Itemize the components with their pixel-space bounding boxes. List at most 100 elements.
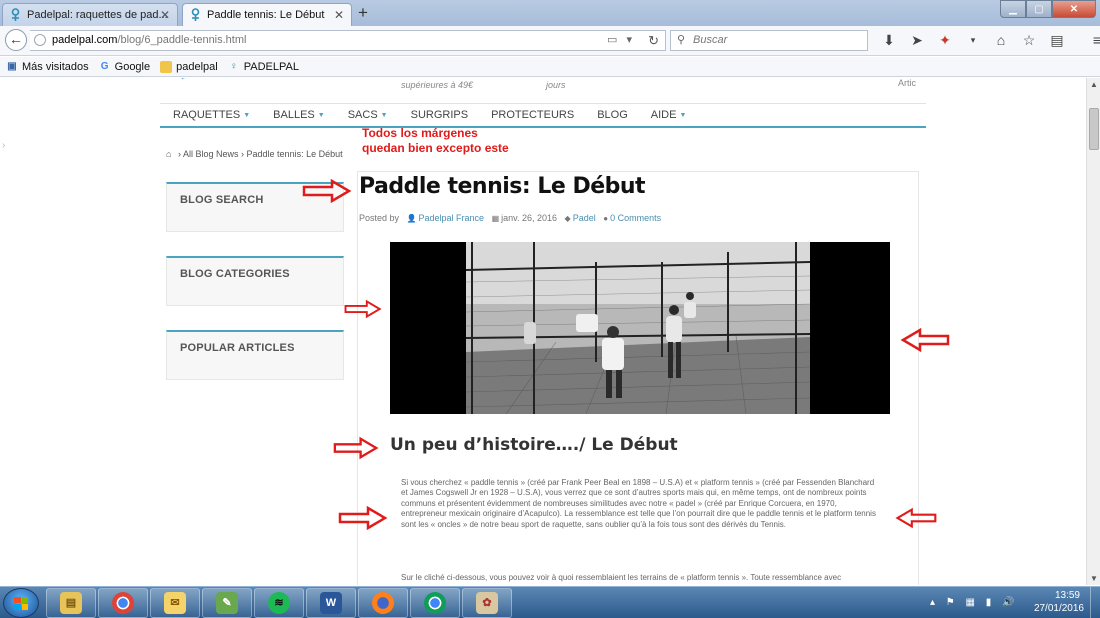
taskbar-chrome[interactable] <box>98 588 148 618</box>
post-author-link[interactable]: Padelpal France <box>419 213 485 223</box>
home-icon[interactable]: ⌂ <box>992 31 1010 49</box>
download-icon[interactable]: ⬇ <box>880 31 898 49</box>
taskbar-chrome-2[interactable] <box>410 588 460 618</box>
promo-free-shipping: supérieures à 49€ <box>401 80 474 90</box>
breadcrumb-all-blog-news[interactable]: All Blog News <box>183 149 239 159</box>
annotation-arrow-left-icon <box>900 328 950 352</box>
reload-icon[interactable]: ↻ <box>648 31 659 50</box>
clock-time[interactable]: 13:59 <box>1055 590 1080 601</box>
post-paragraph: Si vous cherchez « paddle tennis » (créé… <box>401 478 876 529</box>
post-photo <box>466 242 810 414</box>
dropdown-icon[interactable]: ▾ <box>964 31 982 49</box>
taskbar-word[interactable]: W <box>306 588 356 618</box>
close-window-button[interactable]: ✕ <box>1052 0 1096 18</box>
clock-date[interactable]: 27/01/2016 <box>1034 603 1084 614</box>
nav-item-balles[interactable]: BALLES ▼ <box>260 106 335 126</box>
scroll-up-icon[interactable]: ▲ <box>1090 80 1098 89</box>
bookmark-padelpal[interactable]: ♀ PADELPAL <box>228 61 299 73</box>
nav-item-sacs[interactable]: SACS ▼ <box>335 106 398 126</box>
close-tab-icon[interactable]: ✕ <box>160 4 170 26</box>
browser-toolbar: ⬇ ➤ ✦ ▾ ⌂ ☆ ▤ ≡ <box>880 31 1100 49</box>
minimize-button[interactable]: ▁ <box>1000 0 1026 18</box>
taskbar-paint-palette[interactable]: ✿ <box>462 588 512 618</box>
chrome-icon <box>112 592 134 614</box>
browser-tab-padelpal-home[interactable]: Padelpal: raquettes de pad... ✕ <box>2 3 178 26</box>
annotation-arrow-right-icon <box>344 299 382 319</box>
bookmark-google[interactable]: G Google <box>99 61 150 73</box>
new-tab-button[interactable]: + <box>358 3 368 23</box>
search-placeholder: Buscar <box>693 34 728 46</box>
bookmarks-toolbar: ▣ Más visitados G Google padelpal ♀ PADE… <box>0 57 1100 77</box>
promo-days: jours <box>546 80 566 90</box>
extension-icon[interactable]: ✦ <box>936 31 954 49</box>
caret-down-icon: ▼ <box>243 111 251 119</box>
tab-title: Padelpal: raquettes de pad... <box>27 9 168 21</box>
search-input[interactable]: ⚲ Buscar <box>670 30 868 51</box>
comment-icon: ● <box>603 214 609 223</box>
nav-item-raquettes[interactable]: RAQUETTES ▼ <box>160 106 260 126</box>
taskbar-paint[interactable]: ✎ <box>202 588 252 618</box>
taskbar-mail[interactable]: ✉ <box>150 588 200 618</box>
reader-view-icon[interactable]: ▭ ▾ <box>607 31 635 50</box>
caret-down-icon: ▼ <box>679 111 687 119</box>
taskbar-firefox[interactable] <box>358 588 408 618</box>
reading-list-icon[interactable]: ▤ <box>1048 31 1066 49</box>
browser-navigation-bar: ← padelpal.com/blog/6_paddle-tennis.html… <box>0 26 1100 56</box>
bookmark-most-visited[interactable]: ▣ Más visitados <box>6 60 88 73</box>
taskbar-explorer[interactable]: ▤ <box>46 588 96 618</box>
caret-down-icon: ▼ <box>317 111 325 119</box>
paint-icon: ✎ <box>216 592 238 614</box>
tray-icons[interactable]: ▴ ⚑ ▦ ▮ 🔊 <box>930 597 1019 608</box>
search-icon: ⚲ <box>677 34 686 46</box>
nav-item-aide[interactable]: AIDE ▼ <box>638 106 697 126</box>
mail-icon: ✉ <box>164 592 186 614</box>
post-category-link[interactable]: Padel <box>573 213 596 223</box>
url-path: /blog/6_paddle-tennis.html <box>117 34 247 46</box>
annotation-arrow-left-icon <box>895 507 937 529</box>
web-page-viewport: › ♆ supérieures à 49€ jours Artic RAQUET… <box>0 78 1085 585</box>
sidebar-title: POPULAR ARTICLES <box>180 342 295 354</box>
padelpal-favicon: ♀ <box>229 60 238 72</box>
url-bar[interactable]: padelpal.com/blog/6_paddle-tennis.html ▭… <box>30 30 666 51</box>
page-scrollbar[interactable]: ▲ ▼ <box>1086 78 1100 585</box>
user-icon: 👤 <box>406 214 417 223</box>
chrome-icon <box>424 592 446 614</box>
spotify-icon: ≋ <box>268 592 290 614</box>
maximize-button[interactable]: ▢ <box>1026 0 1052 18</box>
start-button[interactable] <box>3 588 39 618</box>
divider <box>160 103 926 104</box>
bookmark-star-icon[interactable]: ☆ <box>1020 31 1038 49</box>
menu-icon[interactable]: ≡ <box>1088 31 1100 49</box>
padelpal-favicon <box>11 8 20 21</box>
scroll-thumb[interactable] <box>1089 108 1099 150</box>
promo-strip: ♆ supérieures à 49€ jours Artic <box>175 78 925 102</box>
bookmark-folder-padelpal[interactable]: padelpal <box>160 60 218 73</box>
home-icon[interactable]: ⌂ <box>166 149 171 159</box>
post-comments-link[interactable]: 0 Comments <box>610 213 661 223</box>
site-logo-fragment: ♆ <box>179 78 187 83</box>
show-desktop-button[interactable] <box>1090 587 1100 618</box>
tab-title: Paddle tennis: Le Début <box>207 9 325 21</box>
send-icon[interactable]: ➤ <box>908 31 926 49</box>
nav-item-blog[interactable]: BLOG <box>584 106 638 126</box>
post-image-frame <box>390 242 890 414</box>
annotation-note: Todos los márgenes quedan bien excepto e… <box>362 126 509 155</box>
nav-item-surgrips[interactable]: SURGRIPS <box>398 106 478 126</box>
bookmarks-star-icon: ▣ <box>7 60 17 72</box>
nav-item-protecteurs[interactable]: PROTECTEURS <box>478 106 584 126</box>
calendar-icon: ▦ <box>491 214 500 223</box>
taskbar-spotify[interactable]: ≋ <box>254 588 304 618</box>
back-button[interactable]: ← <box>5 29 27 51</box>
word-icon: W <box>320 592 342 614</box>
close-tab-icon[interactable]: ✕ <box>334 4 344 26</box>
tag-icon: ◆ <box>564 214 571 223</box>
annotation-arrow-right-icon <box>333 436 379 460</box>
breadcrumb-current: Paddle tennis: Le Début <box>246 149 343 159</box>
google-icon: G <box>100 60 109 72</box>
blog-post: Paddle tennis: Le Début Posted by 👤 Padel… <box>357 171 919 585</box>
annotation-arrow-right-icon <box>302 179 352 203</box>
padelpal-favicon <box>191 8 200 21</box>
browser-tab-paddle-tennis[interactable]: Paddle tennis: Le Début ✕ <box>182 3 352 26</box>
sidebar-title: BLOG CATEGORIES <box>180 268 290 280</box>
scroll-down-icon[interactable]: ▼ <box>1090 574 1098 583</box>
